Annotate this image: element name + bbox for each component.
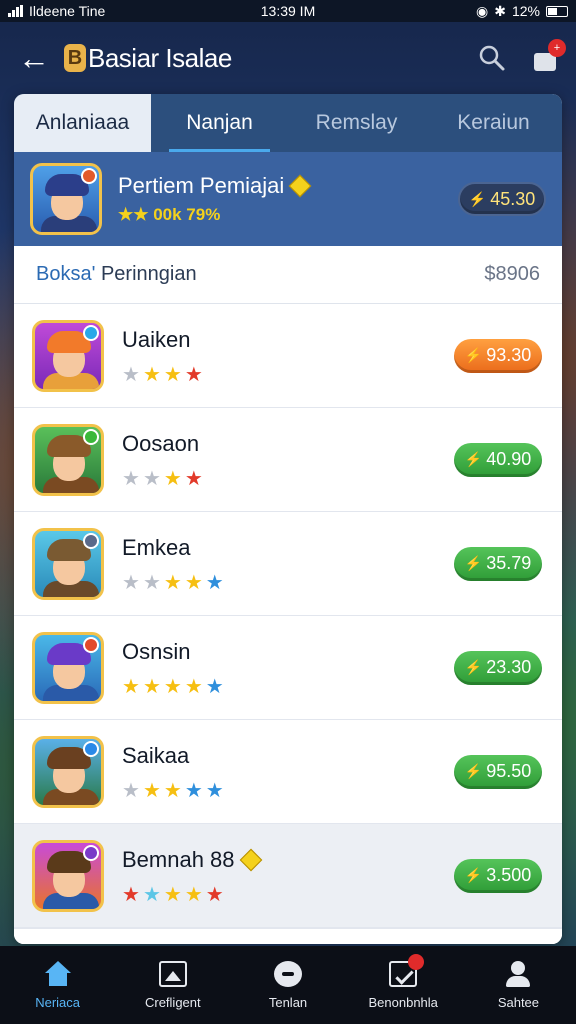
bolt-icon: ⚡ (464, 347, 483, 363)
rating-stars: ★ ★ ★ ★ ★ (122, 779, 224, 802)
nav-label: Sahtee (497, 994, 540, 1010)
tab-label: Nanjan (186, 111, 253, 134)
list-item[interactable]: Bemnah 88 ★ ★ ★ ★ ★ ⚡ 3.500 (14, 824, 562, 928)
tab-nanjan[interactable]: Nanjan (151, 94, 288, 152)
chat-icon (274, 960, 302, 987)
app-header: ← B Basiar Isalae + (0, 22, 576, 94)
price-label: 45.30 (490, 188, 536, 209)
list-item-peek (14, 928, 562, 944)
item-name: Uaiken (122, 326, 191, 352)
notification-badge: + (548, 39, 566, 57)
nav-item-home[interactable]: Neriaca (0, 946, 115, 1024)
rating-stars: ★ ★ ★ ★ (122, 467, 203, 490)
diamond-icon (288, 174, 312, 198)
price-label: 93.30 (486, 345, 532, 365)
price-label: 40.90 (486, 449, 532, 469)
price-button[interactable]: ⚡ 35.79 (454, 546, 542, 581)
tab-label: Keraiun (457, 111, 530, 134)
shopping-bag-icon[interactable]: + (532, 39, 566, 71)
price-label: 95.50 (486, 761, 532, 781)
price-button[interactable]: ⚡ 3.500 (454, 858, 542, 893)
price-button[interactable]: ⚡ 40.90 (454, 442, 542, 477)
price-label: 35.79 (486, 553, 532, 573)
rating-stars: ★ ★ ★ ★ (122, 363, 203, 386)
section-title-accent: Boksa' (36, 263, 96, 285)
featured-item[interactable]: Pertiem Pemiajai ★★ 00k 79% ⚡ 45.30 (14, 152, 562, 246)
item-name: Osnsin (122, 638, 191, 664)
box-icon (389, 953, 425, 987)
character-avatar (32, 423, 104, 496)
user-icon (504, 960, 532, 987)
character-avatar (30, 163, 102, 235)
bolt-icon: ⚡ (464, 451, 483, 467)
search-icon[interactable] (478, 44, 506, 72)
price-button[interactable]: ⚡ 23.30 (454, 650, 542, 685)
price-label: 23.30 (486, 657, 532, 677)
section-title: Boksa' Perinngian (36, 263, 197, 286)
app-logo-icon: B (64, 44, 86, 72)
tab-remslay[interactable]: Remslay (288, 94, 425, 152)
rating-stars: ★ ★ ★ ★ ★ (122, 675, 224, 698)
alarm-icon: ◉ (476, 2, 489, 19)
home-icon (44, 960, 72, 987)
bottom-navigation: Neriaca Crefligent Tenlan Benonbnhla Sah… (0, 946, 576, 1024)
list-item[interactable]: Emkea ★ ★ ★ ★ ★ ⚡ 35.79 (14, 512, 562, 616)
section-amount: $8906 (484, 263, 540, 285)
nav-item-chat[interactable]: Tenlan (230, 946, 345, 1024)
item-name: Bemnah 88 (122, 846, 235, 872)
list-item[interactable]: Uaiken ★ ★ ★ ★ ⚡ 93.30 (14, 304, 562, 408)
bolt-icon: ⚡ (464, 763, 483, 779)
bolt-icon: ⚡ (464, 867, 483, 883)
rating-stars: ★ ★ ★ ★ ★ (122, 883, 224, 906)
list-item[interactable]: Saikaa ★ ★ ★ ★ ★ ⚡ 95.50 (14, 720, 562, 824)
price-button[interactable]: ⚡ 93.30 (454, 338, 542, 373)
character-avatar (32, 631, 104, 704)
character-avatar (32, 735, 104, 808)
section-header: Boksa' Perinngian $8906 (14, 246, 562, 304)
featured-price-button[interactable]: ⚡ 45.30 (458, 182, 546, 216)
rating-stars: ★ ★ ★ ★ ★ (122, 571, 224, 594)
list-item[interactable]: Oosaon ★ ★ ★ ★ ⚡ 40.90 (14, 408, 562, 512)
item-name: Emkea (122, 534, 191, 560)
signal-icon (8, 5, 23, 17)
tab-label: Anlaniaaa (35, 111, 130, 134)
tab-keraiun[interactable]: Keraiun (425, 94, 562, 152)
character-list: Uaiken ★ ★ ★ ★ ⚡ 93.30 Oosaon ★ ★ ★ ★ ⚡ … (14, 304, 562, 944)
nav-item-inbox[interactable]: Benonbnhla (346, 946, 461, 1024)
image-icon (158, 960, 187, 987)
status-bar: Ildeene Tine 13:39 IM ◉ ✱ 12% (0, 0, 576, 22)
bolt-icon: ⚡ (464, 555, 483, 571)
featured-name: Pertiem Pemiajai (118, 173, 285, 198)
bolt-icon: ⚡ (464, 659, 483, 675)
nav-label: Neriaca (35, 994, 80, 1010)
store-panel: Anlaniaaa Nanjan Remslay Keraiun Pertiem… (14, 94, 562, 944)
nav-item-profile[interactable]: Sahtee (461, 946, 576, 1024)
battery-percent: 12% (511, 3, 540, 19)
bluetooth-icon: ✱ (494, 2, 506, 19)
price-button[interactable]: ⚡ 95.50 (454, 754, 542, 789)
item-name: Oosaon (122, 430, 200, 456)
character-avatar (32, 319, 104, 392)
nav-item-gallery[interactable]: Crefligent (115, 946, 230, 1024)
price-label: 3.500 (486, 865, 532, 885)
section-title-rest: Perinngian (95, 263, 197, 285)
page-title: Basiar Isalae (88, 42, 232, 73)
tab-bar: Anlaniaaa Nanjan Remslay Keraiun (14, 94, 562, 152)
character-avatar (32, 527, 104, 600)
battery-icon (546, 5, 568, 17)
nav-label: Tenlan (268, 994, 308, 1010)
back-arrow-icon[interactable]: ← (18, 40, 58, 77)
item-name: Saikaa (122, 742, 190, 768)
nav-label: Benonbnhla (368, 994, 438, 1010)
list-item[interactable]: Osnsin ★ ★ ★ ★ ★ ⚡ 23.30 (14, 616, 562, 720)
featured-meta: ★★ 00k 79% (118, 205, 221, 224)
tab-label: Remslay (315, 111, 398, 134)
character-avatar (32, 839, 104, 912)
tab-anlaniaaa[interactable]: Anlaniaaa (14, 94, 151, 152)
notification-dot (408, 953, 425, 970)
bolt-icon: ⚡ (468, 190, 487, 207)
diamond-icon (239, 848, 262, 871)
nav-label: Crefligent (144, 994, 201, 1010)
carrier-label: Ildeene Tine (29, 3, 106, 19)
